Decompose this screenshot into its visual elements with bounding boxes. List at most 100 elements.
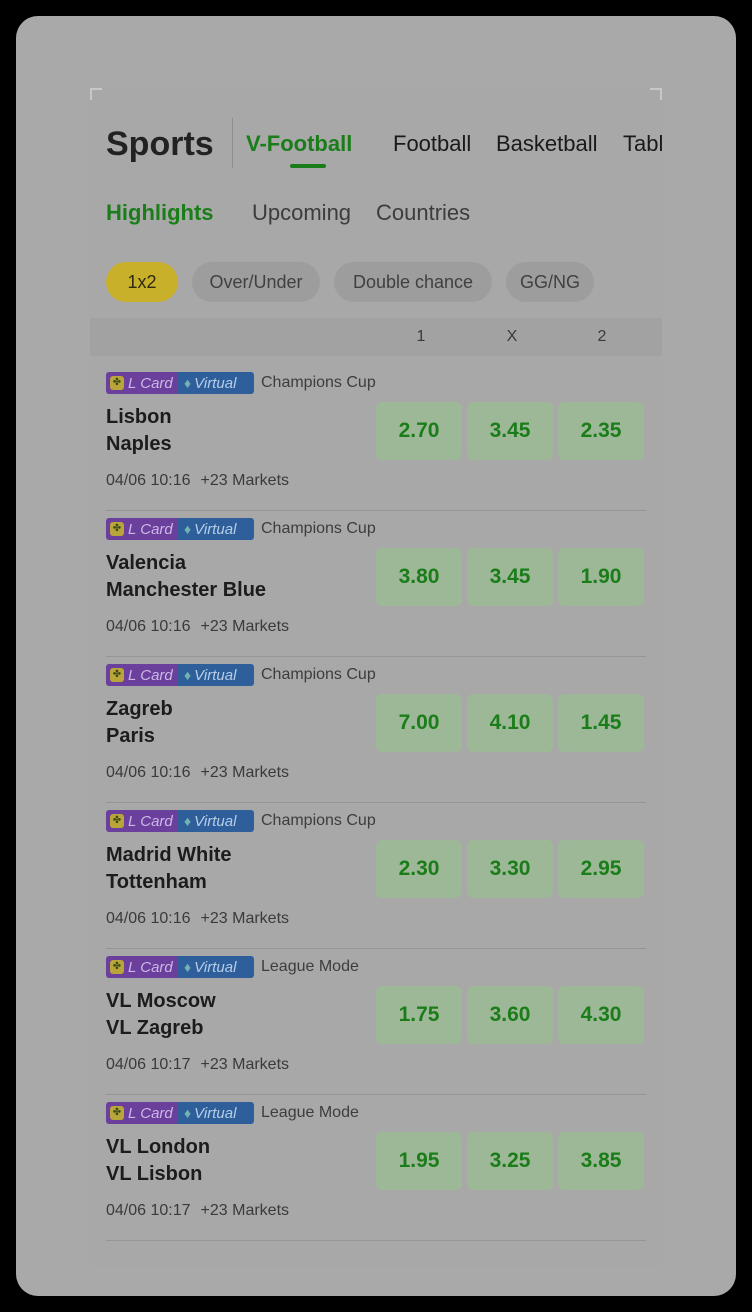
league-name: League Mode <box>261 958 359 975</box>
top-navigation: Sports V-Football Football Basketball Ta… <box>90 88 662 168</box>
l-card-badge: ✤ L Card <box>106 372 178 394</box>
device-frame: Sports V-Football Football Basketball Ta… <box>16 16 736 1296</box>
clover-icon: ✤ <box>110 1106 124 1120</box>
market-chip-double-chance[interactable]: Double chance <box>334 262 492 302</box>
l-card-badge: ✤ L Card <box>106 956 178 978</box>
odd-button-x[interactable]: 3.25 <box>467 1132 553 1190</box>
match-badges: ✤ L Card ♦ Virtual <box>106 1102 254 1124</box>
odd-button-x[interactable]: 3.45 <box>467 548 553 606</box>
home-team: Valencia <box>106 552 187 574</box>
home-team: Lisbon <box>106 406 172 428</box>
more-markets-link[interactable]: +23 Markets <box>201 618 289 635</box>
match-meta: 04/06 10:16 +23 Markets <box>106 908 289 930</box>
l-card-badge: ✤ L Card <box>106 1102 178 1124</box>
odds-header-x: X <box>506 328 518 345</box>
odd-button-2[interactable]: 2.35 <box>558 402 644 460</box>
league-name: Champions Cup <box>261 374 376 391</box>
odd-button-2[interactable]: 4.30 <box>558 986 644 1044</box>
more-markets-link[interactable]: +23 Markets <box>201 1202 289 1219</box>
match-time: 04/06 10:16 <box>106 764 191 781</box>
league-name: Champions Cup <box>261 520 376 537</box>
away-team: Paris <box>106 725 155 747</box>
odd-button-x[interactable]: 3.60 <box>467 986 553 1044</box>
away-team: Tottenham <box>106 871 207 893</box>
match-badges: ✤ L Card ♦ Virtual <box>106 664 254 686</box>
more-markets-link[interactable]: +23 Markets <box>201 910 289 927</box>
odd-button-1[interactable]: 1.95 <box>376 1132 462 1190</box>
subtab-highlights[interactable]: Highlights <box>106 198 214 228</box>
shield-v-icon: ♦ <box>184 375 192 391</box>
away-team: VL Lisbon <box>106 1163 203 1185</box>
shield-v-icon: ♦ <box>184 521 192 537</box>
virtual-badge: ♦ Virtual <box>178 956 254 978</box>
odd-button-x[interactable]: 3.45 <box>467 402 553 460</box>
l-card-badge: ✤ L Card <box>106 810 178 832</box>
clover-icon: ✤ <box>110 522 124 536</box>
shield-v-icon: ♦ <box>184 667 192 683</box>
clover-icon: ✤ <box>110 668 124 682</box>
home-team: Zagreb <box>106 698 173 720</box>
league-name: League Mode <box>261 1104 359 1121</box>
panel-corner <box>650 88 662 100</box>
odd-button-1[interactable]: 1.75 <box>376 986 462 1044</box>
match-time: 04/06 10:16 <box>106 618 191 635</box>
more-markets-link[interactable]: +23 Markets <box>201 1056 289 1073</box>
virtual-badge: ♦ Virtual <box>178 518 254 540</box>
league-name: Champions Cup <box>261 812 376 829</box>
active-tab-indicator <box>290 164 326 168</box>
match-time: 04/06 10:17 <box>106 1202 191 1219</box>
match-badges: ✤ L Card ♦ Virtual <box>106 372 254 394</box>
match-row[interactable]: ✤ L Card ♦ Virtual Champions Cup Lisbon Na… <box>106 364 646 511</box>
match-row[interactable]: ✤ L Card ♦ Virtual League Mode VL London V… <box>106 1094 646 1241</box>
tab-v-football[interactable]: V-Football <box>246 130 352 158</box>
tab-basketball[interactable]: Basketball <box>496 130 598 158</box>
odd-button-2[interactable]: 3.85 <box>558 1132 644 1190</box>
match-meta: 04/06 10:16 +23 Markets <box>106 470 289 492</box>
match-badges: ✤ L Card ♦ Virtual <box>106 956 254 978</box>
odd-button-x[interactable]: 4.10 <box>467 694 553 752</box>
shield-v-icon: ♦ <box>184 813 192 829</box>
virtual-badge: ♦ Virtual <box>178 664 254 686</box>
page-title: Sports <box>106 125 214 163</box>
shield-v-icon: ♦ <box>184 959 192 975</box>
tab-table-tennis[interactable]: Tabl <box>623 130 662 158</box>
more-markets-link[interactable]: +23 Markets <box>201 764 289 781</box>
l-card-badge: ✤ L Card <box>106 664 178 686</box>
odd-button-2[interactable]: 1.90 <box>558 548 644 606</box>
match-time: 04/06 10:16 <box>106 910 191 927</box>
match-row[interactable]: ✤ L Card ♦ Virtual League Mode VL Moscow V… <box>106 948 646 1095</box>
subtab-countries[interactable]: Countries <box>376 198 470 228</box>
away-team: Manchester Blue <box>106 579 267 601</box>
match-row[interactable]: ✤ L Card ♦ Virtual Champions Cup Madrid Wh… <box>106 802 646 949</box>
odd-button-1[interactable]: 7.00 <box>376 694 462 752</box>
odd-button-x[interactable]: 3.30 <box>467 840 553 898</box>
market-chip-1x2[interactable]: 1x2 <box>106 262 178 302</box>
nav-divider <box>232 118 233 168</box>
odd-button-1[interactable]: 3.80 <box>376 548 462 606</box>
more-markets-link[interactable]: +23 Markets <box>201 472 289 489</box>
subtab-upcoming[interactable]: Upcoming <box>252 198 351 228</box>
odd-button-2[interactable]: 2.95 <box>558 840 644 898</box>
match-row[interactable]: ✤ L Card ♦ Virtual Champions Cup Zagreb Pa… <box>106 656 646 803</box>
tab-football[interactable]: Football <box>393 130 471 158</box>
match-badges: ✤ L Card ♦ Virtual <box>106 810 254 832</box>
away-team: VL Zagreb <box>106 1017 204 1039</box>
virtual-badge: ♦ Virtual <box>178 1102 254 1124</box>
panel-corner <box>90 88 102 100</box>
odd-button-1[interactable]: 2.70 <box>376 402 462 460</box>
odd-button-1[interactable]: 2.30 <box>376 840 462 898</box>
clover-icon: ✤ <box>110 960 124 974</box>
odd-button-2[interactable]: 1.45 <box>558 694 644 752</box>
match-meta: 04/06 10:16 +23 Markets <box>106 762 289 784</box>
clover-icon: ✤ <box>110 376 124 390</box>
match-row[interactable]: ✤ L Card ♦ Virtual Champions Cup Valencia … <box>106 510 646 657</box>
match-time: 04/06 10:17 <box>106 1056 191 1073</box>
match-time: 04/06 10:16 <box>106 472 191 489</box>
away-team: Naples <box>106 433 172 455</box>
match-badges: ✤ L Card ♦ Virtual <box>106 518 254 540</box>
market-chip-gg-ng[interactable]: GG/NG <box>506 262 594 302</box>
market-chip-over-under[interactable]: Over/Under <box>192 262 320 302</box>
league-name: Champions Cup <box>261 666 376 683</box>
odds-header-row: 1 X 2 <box>90 318 662 356</box>
home-team: Madrid White <box>106 844 232 866</box>
